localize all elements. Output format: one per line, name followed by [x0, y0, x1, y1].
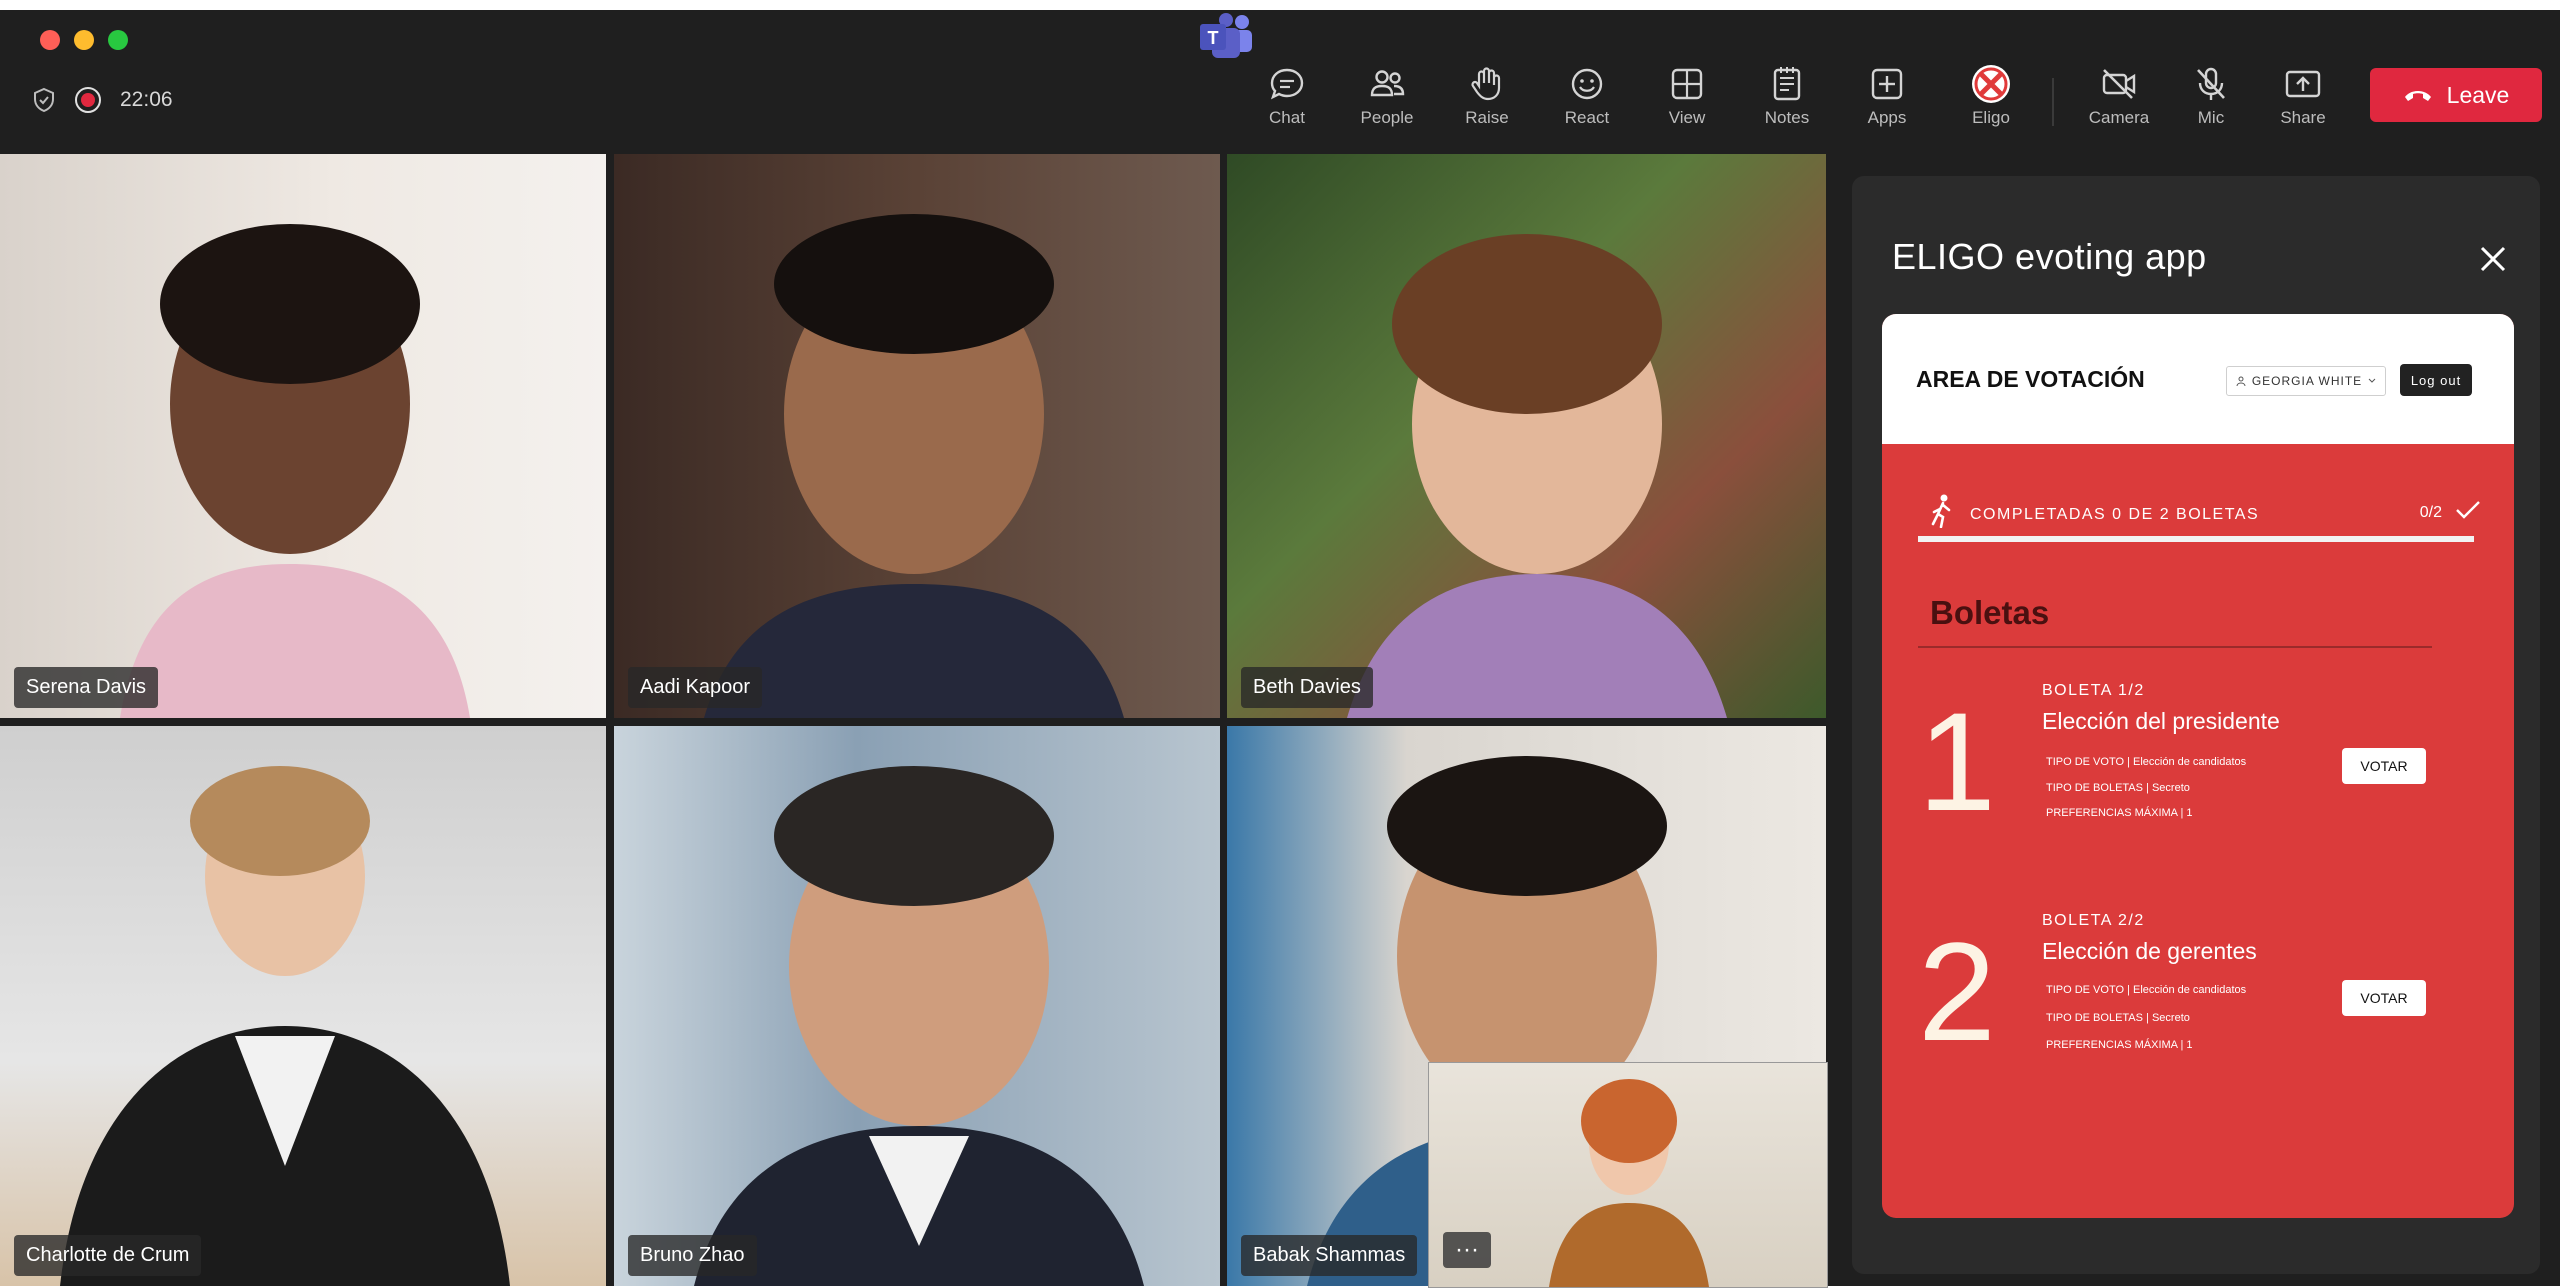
view-button[interactable]: View [1642, 64, 1732, 128]
notes-button[interactable]: Notes [1742, 64, 1832, 128]
eligo-button[interactable]: Eligo [1946, 64, 2036, 128]
meeting-timer: 22:06 [120, 88, 173, 111]
react-button[interactable]: React [1542, 64, 1632, 128]
ballot-meta-ballot-type: TIPO DE BOLETAS | Secreto [2046, 1012, 2190, 1024]
window-close-button[interactable] [40, 30, 60, 50]
raise-hand-button[interactable]: Raise [1442, 64, 1532, 128]
eligo-icon [1972, 65, 2010, 103]
ballot-title: Elección del presidente [2042, 708, 2280, 734]
view-label: View [1668, 108, 1706, 127]
window-zoom-button[interactable] [108, 30, 128, 50]
chat-label: Chat [1269, 108, 1305, 127]
participant-name: Babak Shammas [1241, 1235, 1418, 1276]
leave-label: Leave [2446, 81, 2510, 108]
person-silhouette [120, 224, 470, 718]
person-silhouette [1347, 234, 1727, 718]
progress-row: COMPLETADAS 0 DE 2 BOLETAS 0/2 [1926, 494, 2482, 534]
people-label: People [1360, 108, 1414, 127]
camera-label: Camera [2088, 108, 2150, 127]
ballot-card: 2 BOLETA 2/2 Elección de gerentes TIPO D… [1882, 912, 2514, 1092]
share-label: Share [2280, 108, 2326, 127]
toolbar-divider [2052, 78, 2054, 126]
user-icon [2236, 376, 2246, 386]
share-icon [2285, 70, 2321, 98]
notes-label: Notes [1764, 108, 1810, 127]
logout-button[interactable]: Log out [2400, 364, 2472, 396]
participant-name: Bruno Zhao [628, 1235, 757, 1276]
more-options-button[interactable]: ··· [1443, 1232, 1491, 1268]
area-title: AREA DE VOTACIÓN [1916, 366, 2145, 392]
participant-name: Serena Davis [14, 667, 159, 708]
react-icon [1571, 68, 1603, 100]
ballot-title: Elección de gerentes [2042, 938, 2257, 964]
voting-header: AREA DE VOTACIÓN GEORGIA WHITE Log out [1882, 314, 2514, 444]
ballot-meta-preferences: PREFERENCIAS MÁXIMA | 1 [2046, 807, 2193, 819]
svg-text:T: T [1208, 28, 1219, 48]
ballot-number: 2 [1918, 913, 1996, 1070]
participant-name: Charlotte de Crum [14, 1235, 202, 1276]
react-label: React [1564, 108, 1610, 127]
person-silhouette [704, 214, 1124, 718]
share-button[interactable]: Share [2258, 64, 2348, 128]
progress-bar [1918, 536, 2474, 542]
apps-label: Apps [1867, 108, 1907, 127]
panel-title: ELIGO evoting app [1892, 236, 2207, 277]
ballot-number: 1 [1918, 683, 1996, 840]
participant-tile-charlotte[interactable]: Charlotte de Crum [0, 726, 606, 1286]
ballot-meta-preferences: PREFERENCIAS MÁXIMA | 1 [2046, 1039, 2193, 1051]
meeting-info: 22:06 [32, 84, 173, 116]
walking-person-icon [1931, 494, 1951, 528]
video-grid: Serena Davis Aadi Kapoor Beth Davies Cha… [0, 154, 1828, 1288]
chat-icon [1270, 68, 1304, 100]
close-icon[interactable] [2476, 242, 2510, 276]
user-name: GEORGIA WHITE [2251, 374, 2363, 388]
participant-tile-serena[interactable]: Serena Davis [0, 154, 606, 718]
participant-tile-aadi[interactable]: Aadi Kapoor [614, 154, 1220, 718]
vote-button[interactable]: VOTAR [2342, 980, 2426, 1016]
eligo-side-panel: ELIGO evoting app AREA DE VOTACIÓN GEORG… [1852, 176, 2540, 1274]
ballot-meta-vote-type: TIPO DE VOTO | Elección de candidatos [2046, 984, 2247, 996]
progress-count: 0/2 [2419, 504, 2442, 521]
ballot-kicker: BOLETA 2/2 [2042, 912, 2145, 929]
camera-button[interactable]: Camera [2074, 64, 2164, 128]
participant-name: Aadi Kapoor [628, 667, 763, 708]
person-silhouette [694, 766, 1144, 1286]
vote-button[interactable]: VOTAR [2342, 748, 2426, 784]
chat-button[interactable]: Chat [1242, 64, 1332, 128]
raise-label: Raise [1465, 108, 1509, 127]
notes-icon [1773, 67, 1801, 101]
teams-logo-icon: T [1200, 13, 1252, 58]
user-select[interactable]: GEORGIA WHITE [2226, 366, 2386, 396]
chevron-down-icon [2368, 378, 2376, 383]
participant-tile-bruno[interactable]: Bruno Zhao [614, 726, 1220, 1286]
shield-icon [34, 87, 54, 113]
eligo-label: Eligo [1972, 108, 2010, 127]
ballot-kicker: BOLETA 1/2 [2042, 682, 2145, 699]
apps-icon [1871, 68, 1903, 100]
check-icon [2456, 501, 2480, 519]
mic-label: Mic [2197, 108, 2225, 127]
apps-button[interactable]: Apps [1842, 64, 1932, 128]
participant-name: Beth Davies [1241, 667, 1373, 708]
ballot-card: 1 BOLETA 1/2 Elección del presidente TIP… [1882, 682, 2514, 862]
raise-hand-icon [1471, 67, 1501, 101]
mic-button[interactable]: Mic [2166, 64, 2256, 128]
mic-off-icon [2197, 67, 2225, 100]
ballot-meta-vote-type: TIPO DE VOTO | Elección de candidatos [2046, 756, 2247, 768]
recording-icon [75, 87, 101, 113]
eligo-voting-card: AREA DE VOTACIÓN GEORGIA WHITE Log out C… [1882, 314, 2514, 1218]
ballot-meta-ballot-type: TIPO DE BOLETAS | Secreto [2046, 782, 2190, 794]
window-minimize-button[interactable] [74, 30, 94, 50]
progress-label: COMPLETADAS 0 DE 2 BOLETAS [1970, 506, 2260, 523]
participant-tile-beth[interactable]: Beth Davies [1227, 154, 1826, 718]
phone-hangup-icon [2404, 91, 2431, 101]
boletas-divider [1918, 646, 2432, 648]
camera-off-icon [2102, 69, 2136, 99]
leave-button[interactable]: Leave [2370, 68, 2542, 122]
person-silhouette [60, 766, 510, 1286]
people-button[interactable]: People [1342, 64, 1432, 128]
boletas-heading: Boletas [1930, 594, 2050, 631]
view-grid-icon [1671, 68, 1703, 100]
people-icon [1370, 70, 1405, 97]
